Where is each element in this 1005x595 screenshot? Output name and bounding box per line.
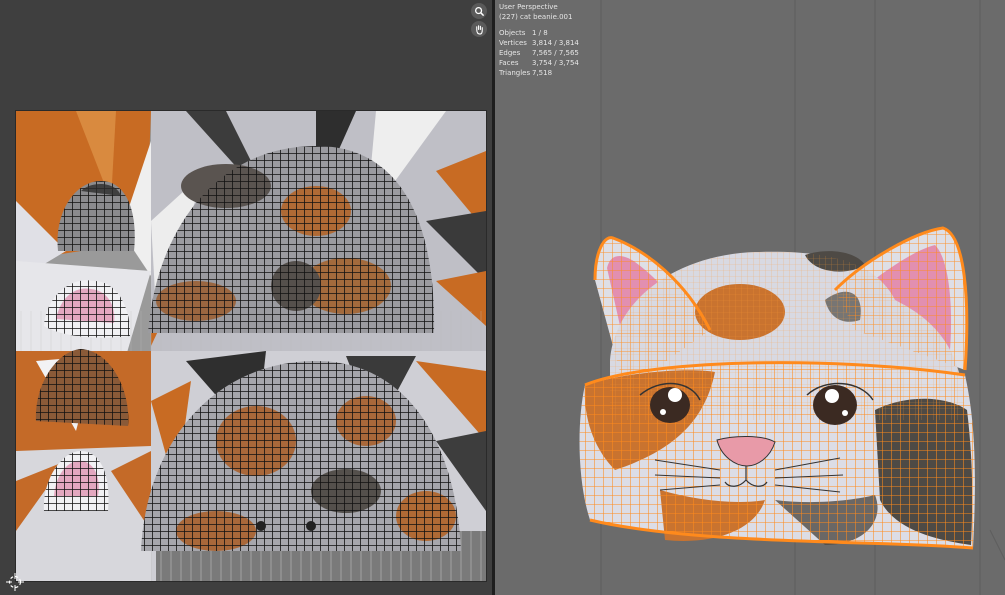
view-name: User Perspective	[499, 3, 558, 11]
active-object-name: (227) cat beanie.001	[499, 13, 573, 21]
stat-faces: Faces 3,754 / 3,754	[499, 59, 579, 67]
viewport-scene	[579, 0, 1005, 595]
zoom-icon	[474, 6, 484, 16]
pan-view-button[interactable]	[471, 21, 487, 37]
zoom-view-button[interactable]	[471, 3, 487, 19]
hand-icon	[475, 24, 483, 35]
uv-2d-cursor-icon[interactable]	[5, 572, 25, 592]
stat-triangles: Triangles 7,518	[499, 69, 553, 77]
uv-editor-panel[interactable]	[0, 0, 492, 595]
cat-beanie-mesh	[579, 226, 975, 550]
viewport-text-overlay: User Perspective (227) cat beanie.001 Ob…	[499, 2, 579, 78]
uv-texture-canvas[interactable]	[15, 110, 487, 582]
uv-map-drawing	[16, 111, 486, 581]
stat-vertices: Vertices 3,814 / 3,814	[499, 39, 579, 47]
stat-objects: Objects 1 / 8	[499, 29, 548, 37]
stat-edges: Edges 7,565 / 7,565	[499, 49, 579, 57]
3d-viewport[interactable]: User Perspective (227) cat beanie.001 Ob…	[495, 0, 1005, 595]
